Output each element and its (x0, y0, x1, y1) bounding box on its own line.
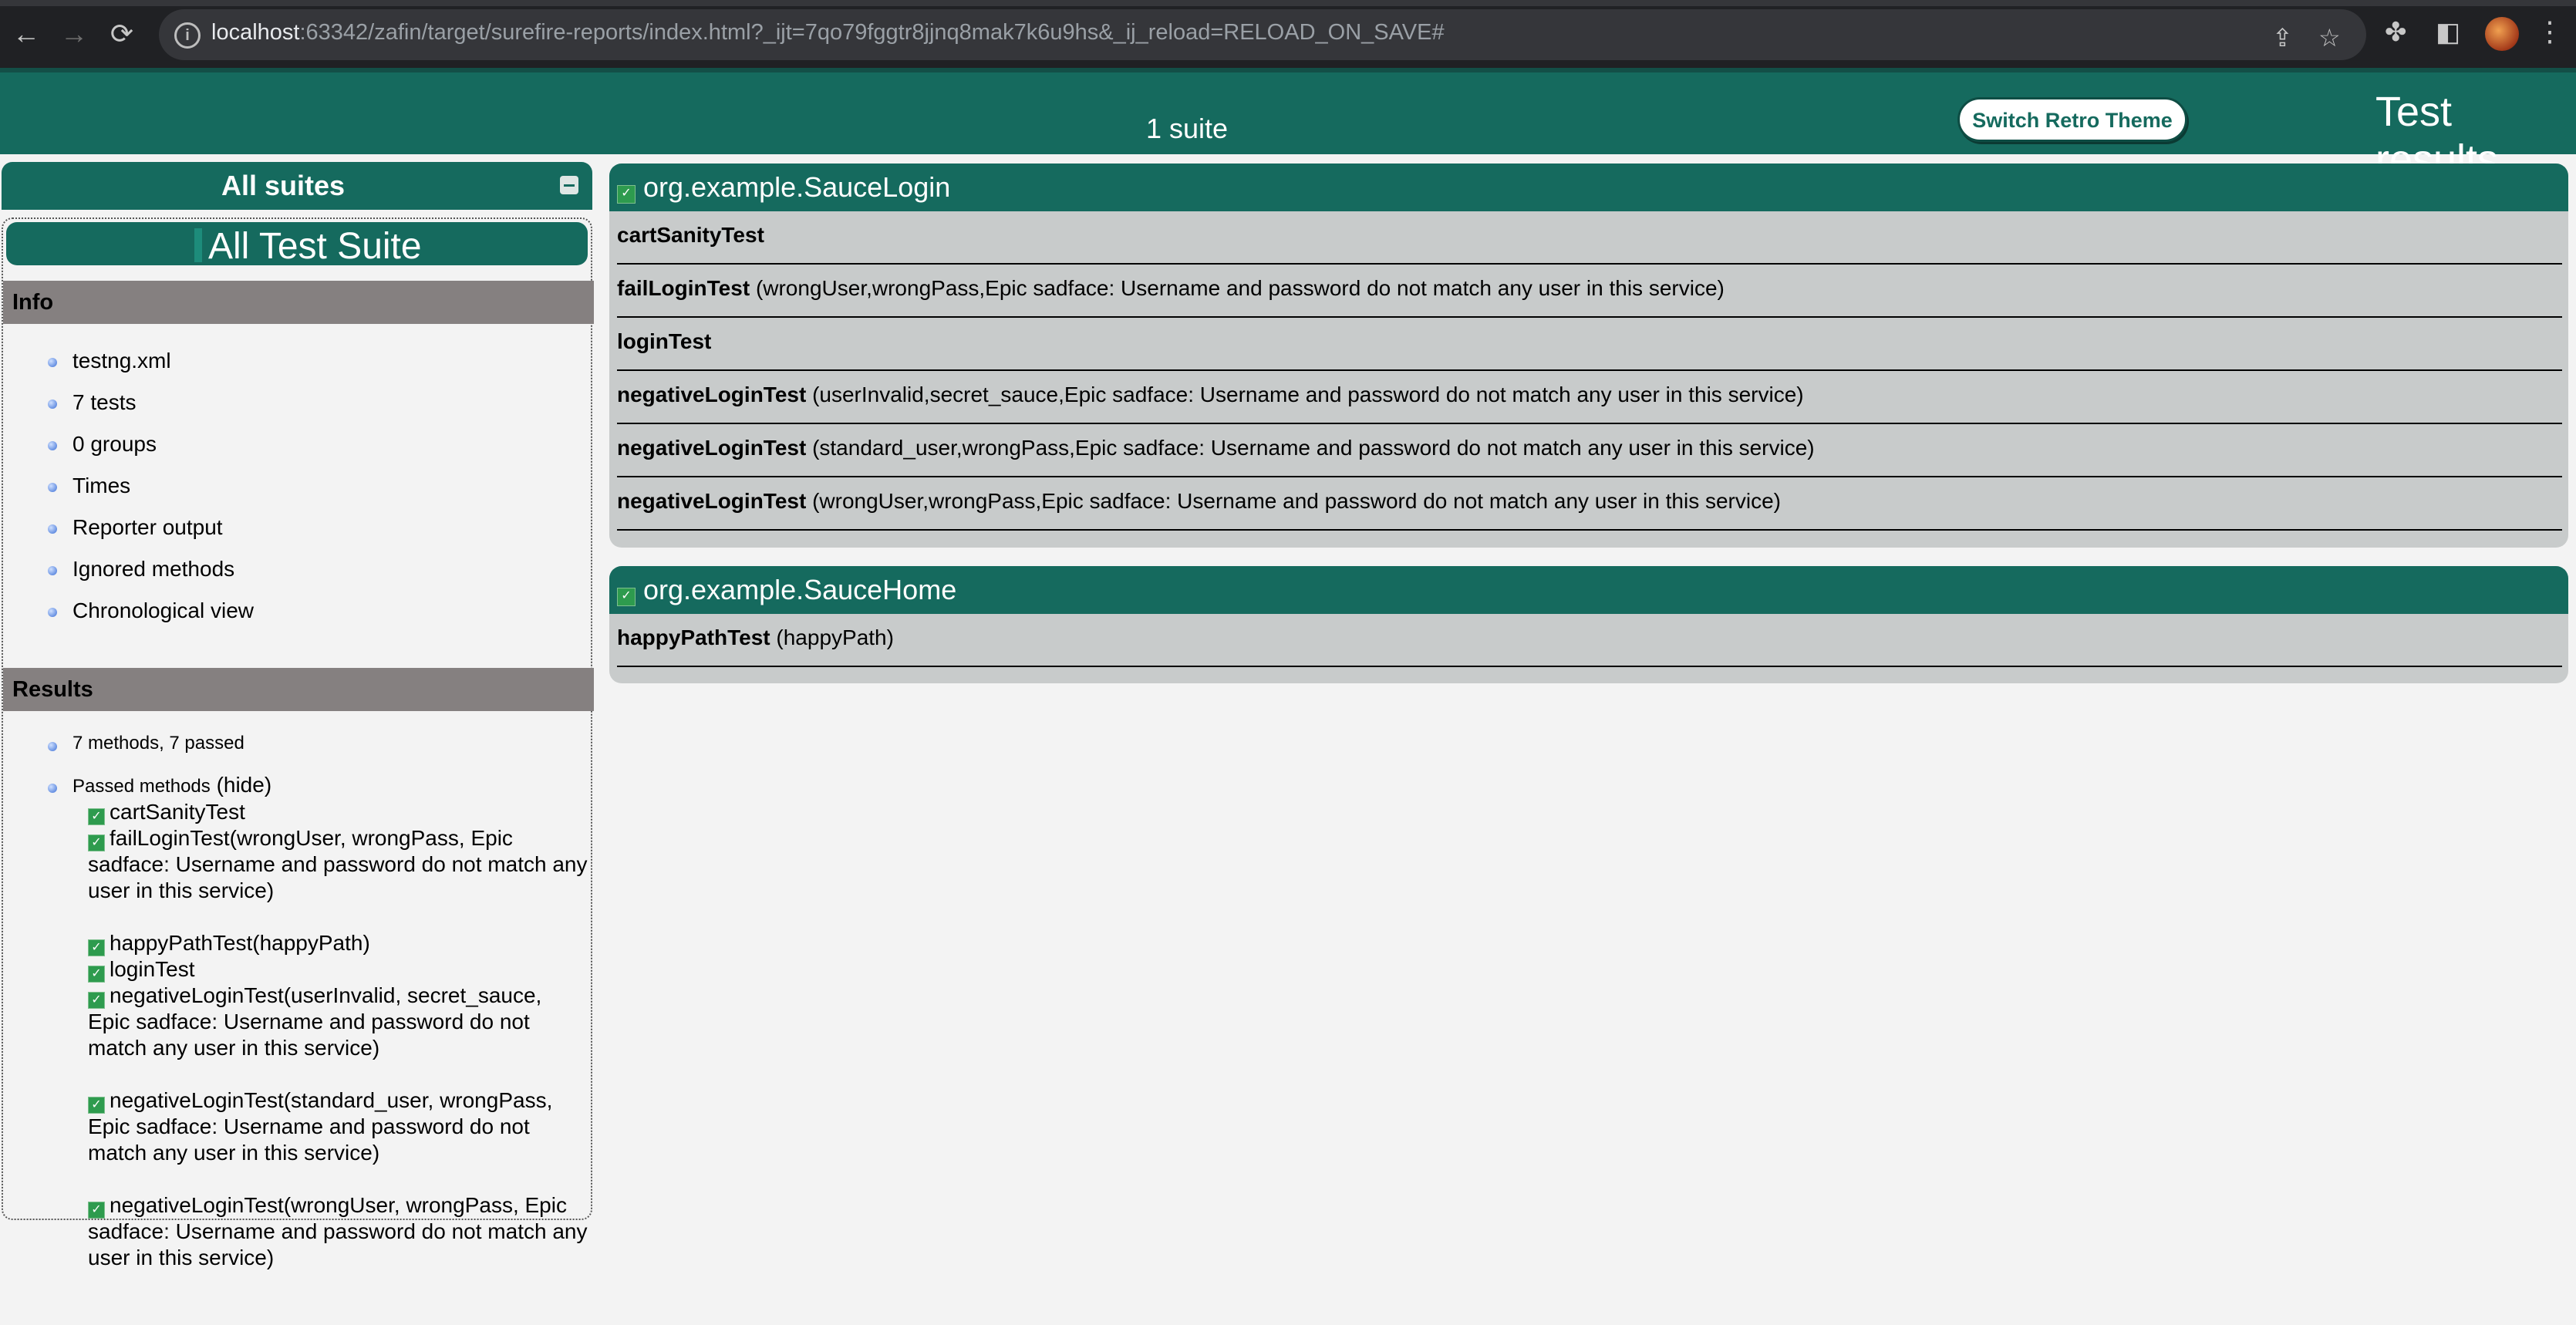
reload-icon[interactable]: ⟳ (105, 17, 139, 51)
test-row[interactable]: happyPathTest (happyPath) (617, 614, 2562, 667)
browser-menu-icon[interactable]: ⋮ (2536, 15, 2564, 48)
back-arrow-icon[interactable]: ← (9, 17, 43, 51)
hide-toggle[interactable]: (hide) (217, 773, 272, 797)
results-section-header: Results (3, 668, 594, 711)
results-summary: 7 methods, 7 passed (72, 733, 244, 754)
method-name: cartSanityTest (110, 800, 245, 824)
tab-strip-edge (0, 0, 2576, 6)
info-link-times[interactable]: Times (72, 474, 130, 498)
suite-count: 1 suite (1146, 113, 1229, 144)
method-name: loginTest (110, 957, 195, 981)
suite-title-bar[interactable]: All Test Suite (6, 222, 588, 267)
info-link-groups[interactable]: 0 groups (72, 432, 157, 457)
suite-navigator: All Test Suite Info testng.xml 7 tests 0… (2, 217, 594, 1269)
pass-check-icon: ✓ (88, 1202, 105, 1219)
class-name: org.example.SauceLogin (643, 171, 951, 203)
report-header: 1 suite Switch Retro Theme Test results (0, 68, 2576, 183)
suite-name: All Test Suite (208, 226, 422, 267)
info-link-testng-xml[interactable]: testng.xml (72, 349, 171, 373)
test-name: negativeLoginTest (617, 436, 807, 460)
browser-toolbar: ← → ⟳ i localhost:63342/zafin/target/sur… (0, 0, 2576, 68)
pass-check-icon: ✓ (88, 992, 105, 1009)
test-name: loginTest (617, 329, 712, 353)
bullet-icon (48, 784, 57, 793)
switch-retro-theme-button[interactable]: Switch Retro Theme (1957, 97, 2187, 142)
info-link-chronological-view[interactable]: Chronological view (72, 598, 254, 623)
passed-method-item[interactable]: ✓ negativeLoginTest(userInvalid, secret_s… (88, 983, 589, 1061)
pass-check-icon: ✓ (617, 588, 636, 606)
pass-check-icon: ✓ (88, 808, 105, 825)
pass-check-icon: ✓ (88, 834, 105, 851)
class-header: ✓ org.example.SauceLogin (609, 164, 2568, 211)
bullet-icon (48, 742, 57, 751)
url-path: :63342/zafin/target/surefire-reports/ind… (299, 20, 1445, 45)
bullet-icon (48, 608, 57, 617)
info-link-tests[interactable]: 7 tests (72, 390, 136, 415)
info-link-ignored-methods[interactable]: Ignored methods (72, 557, 234, 582)
profile-avatar[interactable] (2485, 17, 2519, 51)
test-name: failLoginTest (617, 276, 750, 300)
passed-method-item[interactable]: ✓ happyPathTest(happyPath) (88, 930, 589, 956)
test-row[interactable]: loginTest (617, 318, 2562, 371)
suite-selection-marker (194, 228, 202, 262)
test-name: cartSanityTest (617, 223, 764, 247)
side-panel-icon[interactable]: ◧ (2436, 15, 2460, 49)
test-params: (happyPath) (776, 625, 894, 649)
all-suites-header[interactable]: All suites (2, 162, 592, 210)
method-name: failLoginTest(wrongUser, wrongPass, Epic… (88, 826, 588, 902)
method-name: happyPathTest(happyPath) (110, 931, 370, 955)
test-name: negativeLoginTest (617, 489, 807, 513)
test-name: happyPathTest (617, 625, 770, 649)
bullet-icon (48, 483, 57, 492)
class-name: org.example.SauceHome (643, 574, 957, 605)
bullet-icon (48, 358, 57, 367)
bullet-icon (48, 441, 57, 450)
passed-methods-text: Passed methods (72, 776, 211, 797)
method-name: negativeLoginTest(userInvalid, secret_sa… (88, 983, 542, 1060)
pass-check-icon: ✓ (617, 185, 636, 204)
forward-arrow-icon[interactable]: → (57, 17, 91, 51)
test-params: (userInvalid,secret_sauce,Epic sadface: … (812, 383, 1804, 406)
all-suites-label: All suites (221, 170, 346, 201)
collapse-icon[interactable] (560, 176, 578, 194)
test-row[interactable]: negativeLoginTest (userInvalid,secret_sa… (617, 371, 2562, 424)
passed-methods-label: Passed methods (hide) (72, 773, 271, 797)
class-panel-sauce-home: ✓ org.example.SauceHome happyPathTest (ha… (609, 566, 2568, 683)
info-link-reporter-output[interactable]: Reporter output (72, 515, 223, 540)
test-row[interactable]: negativeLoginTest (standard_user,wrongPa… (617, 424, 2562, 477)
test-row[interactable]: failLoginTest (wrongUser,wrongPass,Epic … (617, 265, 2562, 318)
extensions-puzzle-icon[interactable]: ✤ (2385, 15, 2407, 49)
url-text[interactable]: localhost:63342/zafin/target/surefire-re… (211, 20, 1445, 46)
test-params: (wrongUser,wrongPass,Epic sadface: Usern… (755, 276, 1725, 300)
method-name: negativeLoginTest(standard_user, wrongPa… (88, 1088, 553, 1165)
passed-method-item[interactable]: ✓ failLoginTest(wrongUser, wrongPass, Epi… (88, 825, 589, 904)
test-name: negativeLoginTest (617, 383, 807, 406)
passed-method-item[interactable]: ✓ loginTest (88, 956, 589, 983)
test-row[interactable]: cartSanityTest (617, 211, 2562, 265)
class-panel-sauce-login: ✓ org.example.SauceLogin cartSanityTest f… (609, 164, 2568, 548)
pass-check-icon: ✓ (88, 1097, 105, 1114)
passed-method-item[interactable]: ✓ negativeLoginTest(standard_user, wrongP… (88, 1087, 589, 1166)
method-name: negativeLoginTest(wrongUser, wrongPass, … (88, 1193, 588, 1269)
bullet-icon (48, 524, 57, 534)
site-info-icon[interactable]: i (174, 22, 201, 49)
test-params: (wrongUser,wrongPass,Epic sadface: Usern… (812, 489, 1781, 513)
passed-method-item[interactable]: ✓ cartSanityTest (88, 799, 589, 825)
url-host: localhost (211, 20, 300, 45)
address-bar[interactable]: i localhost:63342/zafin/target/surefire-… (159, 9, 2366, 60)
test-params: (standard_user,wrongPass,Epic sadface: U… (812, 436, 1815, 460)
bullet-icon (48, 400, 57, 409)
info-section-header: Info (3, 281, 594, 324)
bullet-icon (48, 566, 57, 575)
bookmark-star-icon[interactable]: ☆ (2318, 23, 2341, 52)
class-header: ✓ org.example.SauceHome (609, 566, 2568, 614)
share-icon[interactable]: ⇪ (2272, 23, 2293, 52)
pass-check-icon: ✓ (88, 966, 105, 983)
passed-method-item[interactable]: ✓ negativeLoginTest(wrongUser, wrongPass,… (88, 1192, 589, 1271)
pass-check-icon: ✓ (88, 939, 105, 956)
test-row[interactable]: negativeLoginTest (wrongUser,wrongPass,E… (617, 477, 2562, 531)
